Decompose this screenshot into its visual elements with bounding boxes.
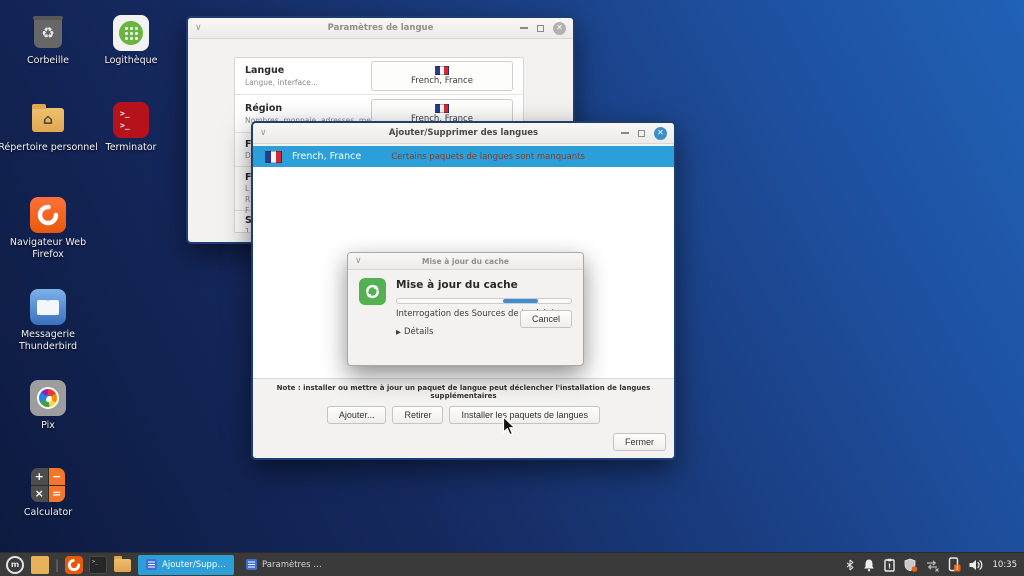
maximize-icon[interactable] <box>537 25 544 32</box>
firefox-icon <box>30 197 66 233</box>
dialog-heading: Mise à jour du cache <box>396 279 572 291</box>
desktop-icon-terminator[interactable]: >_>_ Terminator <box>81 102 181 154</box>
shield-icon[interactable] <box>903 558 918 572</box>
volume-icon[interactable] <box>968 558 984 572</box>
window-mini-icon <box>246 559 257 570</box>
dialog-mise-a-jour-du-cache: ∨ Mise à jour du cache Mise à jour du ca… <box>347 252 584 366</box>
close-icon[interactable]: ✕ <box>553 22 566 35</box>
language-status: Certains paquets de langues sont manquan… <box>391 152 585 162</box>
firefox-launcher-icon[interactable] <box>65 556 83 574</box>
remove-language-button[interactable]: Retirer <box>392 406 443 424</box>
row-sublabel: Langue, interface... <box>245 78 371 87</box>
refresh-cache-icon <box>359 278 386 305</box>
notifications-icon[interactable] <box>862 558 876 572</box>
desktop-icon-label: Terminator <box>106 142 157 154</box>
taskbar-separator: | <box>55 558 59 572</box>
taskbar-window-ajouter-supprimer[interactable]: Ajouter/Supprimer de... <box>138 555 234 575</box>
desktop-icon-label: Logithèque <box>104 55 157 67</box>
row-label: Région <box>245 103 371 114</box>
system-tray: ! ! 10:35 <box>845 557 1021 572</box>
clock[interactable]: 10:35 <box>993 560 1018 570</box>
close-window-button[interactable]: Fermer <box>613 433 666 451</box>
cancel-button[interactable]: Cancel <box>520 310 572 328</box>
maximize-icon[interactable] <box>638 130 645 137</box>
show-desktop-button[interactable] <box>31 556 49 574</box>
details-expander[interactable]: ▶Détails <box>396 327 572 337</box>
device-alert-icon[interactable]: ! <box>947 557 961 572</box>
desktop-icon-thunderbird[interactable]: Messagerie Thunderbird <box>0 289 98 353</box>
desktop-icon-calculator[interactable]: +−×= Calculator <box>0 467 98 519</box>
window-title: Ajouter/Supprimer des langues <box>253 128 674 138</box>
desktop-icon-label: Corbeille <box>27 55 69 67</box>
mouse-cursor <box>502 416 517 441</box>
language-window-footer: Note : installer ou mettre à jour un paq… <box>253 378 674 458</box>
network-icon[interactable] <box>925 558 940 572</box>
bluetooth-icon[interactable] <box>845 558 855 572</box>
france-flag-icon <box>265 151 282 163</box>
home-folder-icon: ⌂ <box>30 102 66 138</box>
desktop-icon-label: Navigateur Web Firefox <box>0 237 98 261</box>
desktop-icon-logitheque[interactable]: Logithèque <box>81 15 181 67</box>
expander-triangle-icon: ▶ <box>396 328 401 336</box>
desktop-icon-firefox[interactable]: Navigateur Web Firefox <box>0 197 98 261</box>
taskbar-window-parametres[interactable]: Paramètres de langue <box>238 555 334 575</box>
calculator-icon: +−×= <box>30 467 66 503</box>
language-name: French, France <box>292 151 361 162</box>
pix-icon <box>30 380 66 416</box>
window-title: Paramètres de langue <box>188 23 573 33</box>
row-label: Langue <box>245 65 371 76</box>
install-language-packs-button[interactable]: Installer les paquets de langues <box>449 406 600 424</box>
window-mini-icon <box>146 559 157 570</box>
settings-row-langue[interactable]: Langue Langue, interface... French, Fran… <box>235 58 523 95</box>
svg-text:!: ! <box>955 565 958 572</box>
language-value-button[interactable]: French, France <box>371 61 513 91</box>
minimize-icon[interactable] <box>621 132 629 134</box>
titlebar[interactable]: ∨ Paramètres de langue ✕ <box>188 18 573 39</box>
terminal-icon: >_>_ <box>113 102 149 138</box>
dialog-title: Mise à jour du cache <box>348 257 583 266</box>
france-flag-icon <box>435 66 449 75</box>
desktop-icon-label: Calculator <box>24 507 72 519</box>
add-language-button[interactable]: Ajouter... <box>327 406 387 424</box>
terminal-launcher-icon[interactable]: >_ <box>89 556 107 574</box>
taskbar: m | >_ Ajouter/Supprimer de... Paramètre… <box>0 552 1024 576</box>
desktop-icon-label: Pix <box>41 420 55 432</box>
thunderbird-icon <box>30 289 66 325</box>
svg-text:!: ! <box>887 562 890 570</box>
desktop-icon-label: Messagerie Thunderbird <box>0 329 98 353</box>
language-list-row-selected[interactable]: French, France Certains paquets de langu… <box>253 146 674 167</box>
note-text: Note : installer ou mettre à jour un paq… <box>261 384 666 400</box>
clipboard-icon[interactable]: ! <box>883 558 896 572</box>
start-menu-button[interactable]: m <box>6 556 24 574</box>
titlebar[interactable]: ∨ Mise à jour du cache <box>348 253 583 270</box>
trash-icon: ♻ <box>30 15 66 51</box>
progress-chunk <box>503 299 538 303</box>
progress-bar <box>396 298 572 304</box>
france-flag-icon <box>435 104 449 113</box>
file-manager-launcher-icon[interactable] <box>113 556 131 574</box>
software-center-icon <box>113 15 149 51</box>
titlebar[interactable]: ∨ Ajouter/Supprimer des langues ✕ <box>253 123 674 144</box>
desktop-icon-pix[interactable]: Pix <box>0 380 98 432</box>
close-icon[interactable]: ✕ <box>654 127 667 140</box>
minimize-icon[interactable] <box>520 27 528 29</box>
